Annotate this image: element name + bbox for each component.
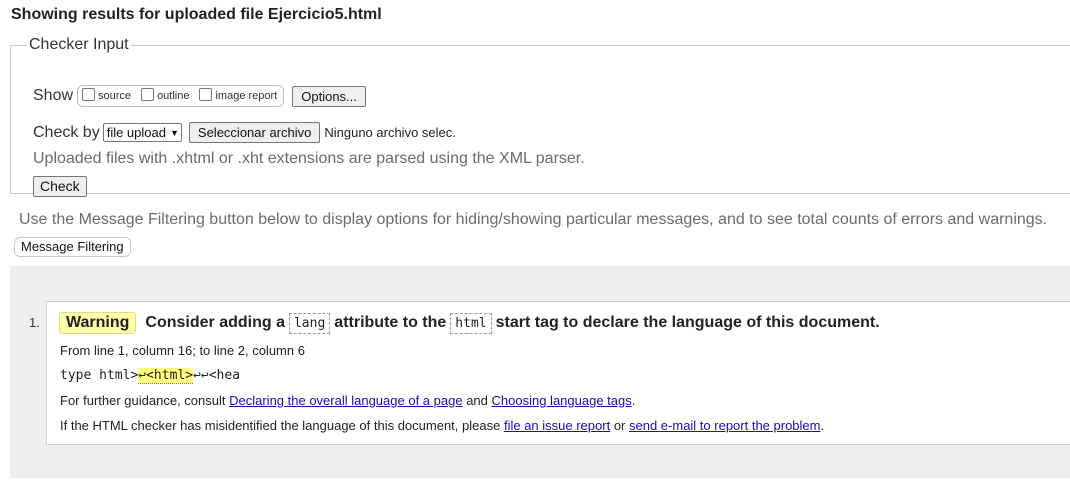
source-extract: type html>↩<html>↩↩<hea bbox=[60, 368, 241, 384]
check-by-selected-value: file upload bbox=[106, 125, 166, 140]
page-heading: Showing results for uploaded file Ejerci… bbox=[11, 6, 382, 23]
message-text-2: attribute to the bbox=[334, 314, 447, 331]
guidance-and: and bbox=[466, 393, 488, 408]
guidance-line: For further guidance, consult Declaring … bbox=[60, 393, 635, 408]
outline-checkbox[interactable]: outline bbox=[141, 87, 190, 103]
extract-before: type html> bbox=[60, 368, 139, 383]
message-location: From line 1, column 16; to line 2, colum… bbox=[60, 343, 305, 358]
check-by-label: Check by bbox=[33, 123, 100, 141]
no-file-selected-text: Ninguno archivo selec. bbox=[324, 125, 456, 140]
misidentified-prefix: If the HTML checker has misidentified th… bbox=[60, 418, 501, 433]
image-report-checkbox-label: image report bbox=[215, 90, 278, 102]
options-button[interactable]: Options... bbox=[292, 85, 366, 107]
guidance-suffix: . bbox=[631, 393, 636, 408]
chevron-down-icon: ▼ bbox=[169, 127, 179, 138]
message-text-1: Consider adding a bbox=[145, 314, 285, 331]
warning-badge: Warning bbox=[59, 312, 137, 334]
check-by-select[interactable]: file upload ▼ bbox=[102, 123, 182, 142]
choosing-language-tags-link[interactable]: Choosing language tags bbox=[492, 393, 632, 408]
show-label: Show bbox=[33, 87, 74, 104]
code-lang: lang bbox=[288, 312, 331, 334]
message-filtering-button[interactable]: Message Filtering bbox=[14, 237, 131, 257]
check-button[interactable]: Check bbox=[33, 176, 87, 197]
message-filtering-note: Use the Message Filtering button below t… bbox=[19, 211, 1048, 228]
xml-parser-note: Uploaded files with .xhtml or .xht exten… bbox=[33, 150, 585, 167]
source-checkbox-label: source bbox=[98, 90, 132, 102]
send-email-link[interactable]: send e-mail to report the problem bbox=[629, 418, 820, 433]
extract-after: ↩↩<hea bbox=[193, 368, 241, 383]
misidentified-or: or bbox=[613, 418, 626, 433]
declaring-language-link[interactable]: Declaring the overall language of a page bbox=[229, 393, 462, 408]
show-row: Show source outline image report Options… bbox=[33, 85, 366, 107]
outline-checkbox-label: outline bbox=[157, 90, 190, 102]
message-number: 1. bbox=[29, 315, 40, 330]
warning-message: Warning Consider adding a lang attribute… bbox=[46, 301, 1070, 445]
checkbox-box-icon[interactable] bbox=[82, 87, 96, 101]
checkbox-box-icon[interactable] bbox=[199, 87, 213, 101]
choose-file-button[interactable]: Seleccionar archivo bbox=[188, 122, 321, 143]
code-html: html bbox=[450, 312, 492, 334]
message-text-3: start tag to declare the language of thi… bbox=[495, 314, 880, 331]
check-by-row: Check by file upload ▼ Seleccionar archi… bbox=[33, 122, 456, 143]
message-heading: Warning Consider adding a lang attribute… bbox=[59, 312, 880, 334]
image-report-checkbox[interactable]: image report bbox=[199, 87, 278, 103]
results-panel: 1. Warning Consider adding a lang attrib… bbox=[10, 266, 1070, 478]
misidentified-suffix: . bbox=[820, 418, 825, 433]
show-options-group: source outline image report bbox=[77, 85, 285, 107]
guidance-prefix: For further guidance, consult bbox=[60, 393, 226, 408]
checker-input-legend: Checker Input bbox=[29, 36, 129, 53]
misidentified-line: If the HTML checker has misidentified th… bbox=[60, 418, 824, 433]
checkbox-box-icon[interactable] bbox=[141, 87, 155, 101]
checker-input-fieldset: Checker Input Show source outline image … bbox=[10, 36, 1070, 197]
source-checkbox[interactable]: source bbox=[82, 87, 132, 103]
extract-highlight: ↩<html> bbox=[138, 368, 194, 384]
file-issue-report-link[interactable]: file an issue report bbox=[504, 418, 610, 433]
